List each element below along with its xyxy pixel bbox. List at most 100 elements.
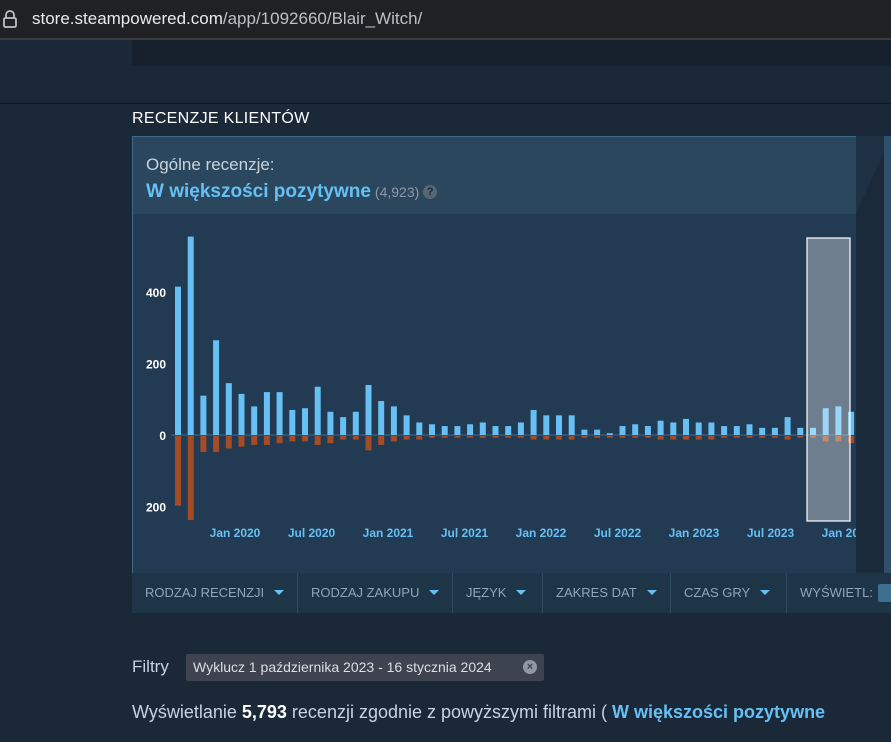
chevron-down-icon bbox=[516, 590, 527, 595]
filter-label: RODZAJ ZAKUPU bbox=[311, 585, 420, 600]
filter-purchase-type[interactable]: RODZAJ ZAKUPU bbox=[298, 573, 453, 613]
display-dropdown[interactable] bbox=[878, 584, 891, 602]
positive-bar bbox=[276, 392, 283, 435]
url-path: /app/1092660/Blair_Witch/ bbox=[222, 9, 423, 28]
negative-bar bbox=[251, 436, 258, 445]
filters-label: Filtry bbox=[132, 657, 169, 676]
overall-label: Ogólne recenzje: bbox=[146, 155, 275, 174]
negative-bar bbox=[238, 436, 245, 447]
positive-bar bbox=[187, 236, 194, 435]
y-tick-label: 200 bbox=[146, 358, 166, 372]
y-tick-label: 200 bbox=[146, 501, 166, 515]
positive-bar bbox=[619, 426, 626, 435]
close-icon[interactable]: × bbox=[523, 660, 537, 674]
filter-tag-text: Wyklucz 1 października 2023 - 16 styczni… bbox=[193, 659, 492, 675]
positive-bar bbox=[289, 409, 296, 435]
filter-date-range[interactable]: ZAKRES DAT bbox=[543, 573, 671, 613]
help-icon[interactable]: ? bbox=[423, 185, 438, 199]
summary-count: 5,793 bbox=[241, 702, 287, 722]
positive-bar bbox=[314, 386, 321, 435]
display-label: WYŚWIETL: bbox=[800, 585, 873, 600]
positive-bar bbox=[517, 422, 524, 435]
recent-panel-edge bbox=[884, 136, 891, 573]
negative-bar bbox=[200, 436, 207, 453]
negative-bar bbox=[784, 436, 791, 440]
filter-review-type[interactable]: RODZAJ RECENZJI bbox=[132, 573, 298, 613]
chevron-down-icon bbox=[429, 590, 440, 595]
positive-bar bbox=[594, 429, 601, 435]
negative-bar bbox=[505, 436, 512, 438]
positive-bar bbox=[479, 422, 486, 435]
positive-bar bbox=[327, 411, 334, 435]
overall-rating[interactable]: W większości pozytywne (4,923)? bbox=[146, 181, 438, 203]
positive-bar bbox=[771, 427, 778, 435]
positive-bar bbox=[505, 426, 512, 435]
negative-bar bbox=[441, 436, 448, 438]
negative-bar bbox=[695, 436, 702, 440]
positive-bar bbox=[797, 427, 804, 435]
negative-bar bbox=[175, 436, 181, 506]
positive-bar bbox=[759, 427, 766, 435]
negative-bar bbox=[797, 436, 804, 438]
negative-bar bbox=[594, 436, 601, 438]
positive-bar bbox=[213, 340, 220, 435]
lock-icon[interactable] bbox=[3, 10, 17, 33]
positive-bar bbox=[340, 417, 347, 435]
overall-count: (4,923) bbox=[374, 184, 420, 200]
filter-label: ZAKRES DAT bbox=[556, 585, 637, 600]
positive-bar bbox=[238, 393, 245, 435]
negative-bar bbox=[556, 436, 562, 440]
positive-bar bbox=[657, 420, 664, 435]
negative-bar bbox=[543, 436, 550, 440]
overall-summary: Ogólne recenzje: W większości pozytywne(… bbox=[132, 136, 856, 214]
positive-bar bbox=[670, 422, 677, 435]
x-tick-label: Jul 2023 bbox=[747, 526, 795, 540]
chevron-down-icon bbox=[274, 590, 285, 595]
x-tick-label: Jan 2023 bbox=[669, 526, 720, 540]
negative-bar bbox=[721, 436, 728, 438]
positive-bar bbox=[302, 408, 308, 435]
negative-bar bbox=[213, 436, 220, 453]
positive-bar bbox=[352, 411, 359, 435]
negative-bar bbox=[225, 436, 232, 449]
top-strip-inner bbox=[132, 40, 891, 66]
positive-bar bbox=[784, 417, 791, 435]
negative-bar bbox=[378, 436, 385, 445]
positive-bar bbox=[403, 415, 410, 435]
negative-bar bbox=[581, 436, 588, 438]
negative-bar bbox=[327, 436, 334, 444]
negative-bar bbox=[568, 436, 575, 440]
negative-bar bbox=[352, 436, 359, 440]
negative-bar bbox=[289, 436, 296, 442]
positive-bar bbox=[429, 424, 435, 435]
filter-label: CZAS GRY bbox=[684, 585, 751, 600]
positive-bar bbox=[200, 395, 207, 435]
x-tick-label: Jul 2022 bbox=[594, 526, 642, 540]
review-histogram[interactable]: 400 200 0 200 Jan 2020 Jul 2020 Jan 2021 Jul 20… bbox=[132, 214, 856, 573]
positive-bar bbox=[644, 426, 651, 435]
negative-bar bbox=[517, 436, 524, 438]
filter-bar: RODZAJ RECENZJI RODZAJ ZAKUPU JĘZYK ZAKR… bbox=[132, 573, 891, 613]
positive-bar bbox=[390, 406, 397, 435]
summary-middle: recenzji zgodnie z powyższymi filtrami ( bbox=[286, 702, 613, 722]
negative-bar bbox=[454, 436, 461, 438]
filter-label: RODZAJ RECENZJI bbox=[145, 585, 265, 600]
review-summary: Wyświetlanie 5,793 recenzji zgodnie z po… bbox=[132, 702, 825, 723]
x-tick-label: Jul 2020 bbox=[288, 526, 336, 540]
browser-address-bar[interactable]: store.steampowered.com/app/1092660/Blair… bbox=[0, 0, 891, 40]
date-exclusion-filter-tag[interactable]: Wyklucz 1 października 2023 - 16 styczni… bbox=[186, 654, 544, 681]
positive-bar bbox=[708, 422, 715, 435]
negative-bar bbox=[708, 436, 715, 440]
positive-bar bbox=[632, 424, 639, 435]
summary-rating[interactable]: W większości pozytywne bbox=[612, 702, 825, 722]
negative-bar bbox=[390, 436, 397, 442]
section-divider bbox=[0, 103, 891, 104]
filter-playtime[interactable]: CZAS GRY bbox=[671, 573, 787, 613]
positive-bar bbox=[568, 415, 575, 435]
positive-bar bbox=[530, 409, 537, 435]
filter-language[interactable]: JĘZYK bbox=[453, 573, 543, 613]
url-host: store.steampowered.com bbox=[32, 9, 223, 28]
x-tick-label: Jan 2020 bbox=[210, 526, 261, 540]
url-text[interactable]: store.steampowered.com/app/1092660/Blair… bbox=[32, 9, 422, 29]
negative-bar bbox=[429, 436, 435, 438]
